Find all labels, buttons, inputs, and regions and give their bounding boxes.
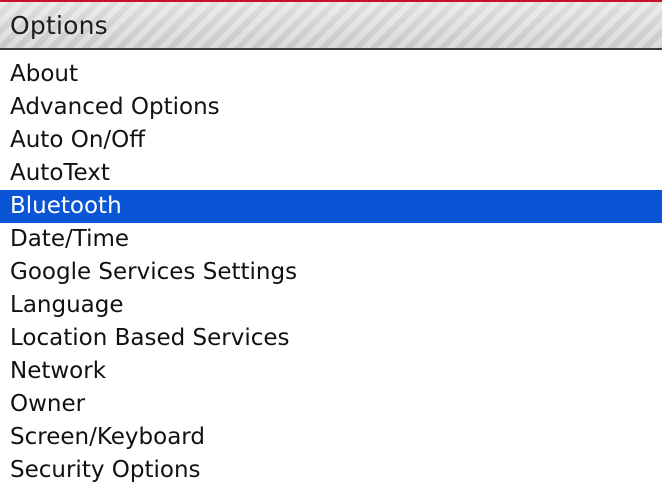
- page-title: Options: [10, 11, 108, 40]
- option-item-date-time[interactable]: Date/Time: [0, 223, 662, 256]
- options-screen: Options About Advanced Options Auto On/O…: [0, 0, 662, 494]
- option-item-owner[interactable]: Owner: [0, 388, 662, 421]
- option-item-security-options[interactable]: Security Options: [0, 454, 662, 487]
- option-item-screen-keyboard[interactable]: Screen/Keyboard: [0, 421, 662, 454]
- option-item-network[interactable]: Network: [0, 355, 662, 388]
- option-item-language[interactable]: Language: [0, 289, 662, 322]
- options-header: Options: [0, 2, 662, 50]
- options-list: About Advanced Options Auto On/Off AutoT…: [0, 58, 662, 487]
- option-item-location-based-services[interactable]: Location Based Services: [0, 322, 662, 355]
- option-item-advanced-options[interactable]: Advanced Options: [0, 91, 662, 124]
- option-item-bluetooth[interactable]: Bluetooth: [0, 190, 662, 223]
- option-item-autotext[interactable]: AutoText: [0, 157, 662, 190]
- option-item-about[interactable]: About: [0, 58, 662, 91]
- option-item-google-services-settings[interactable]: Google Services Settings: [0, 256, 662, 289]
- option-item-auto-on-off[interactable]: Auto On/Off: [0, 124, 662, 157]
